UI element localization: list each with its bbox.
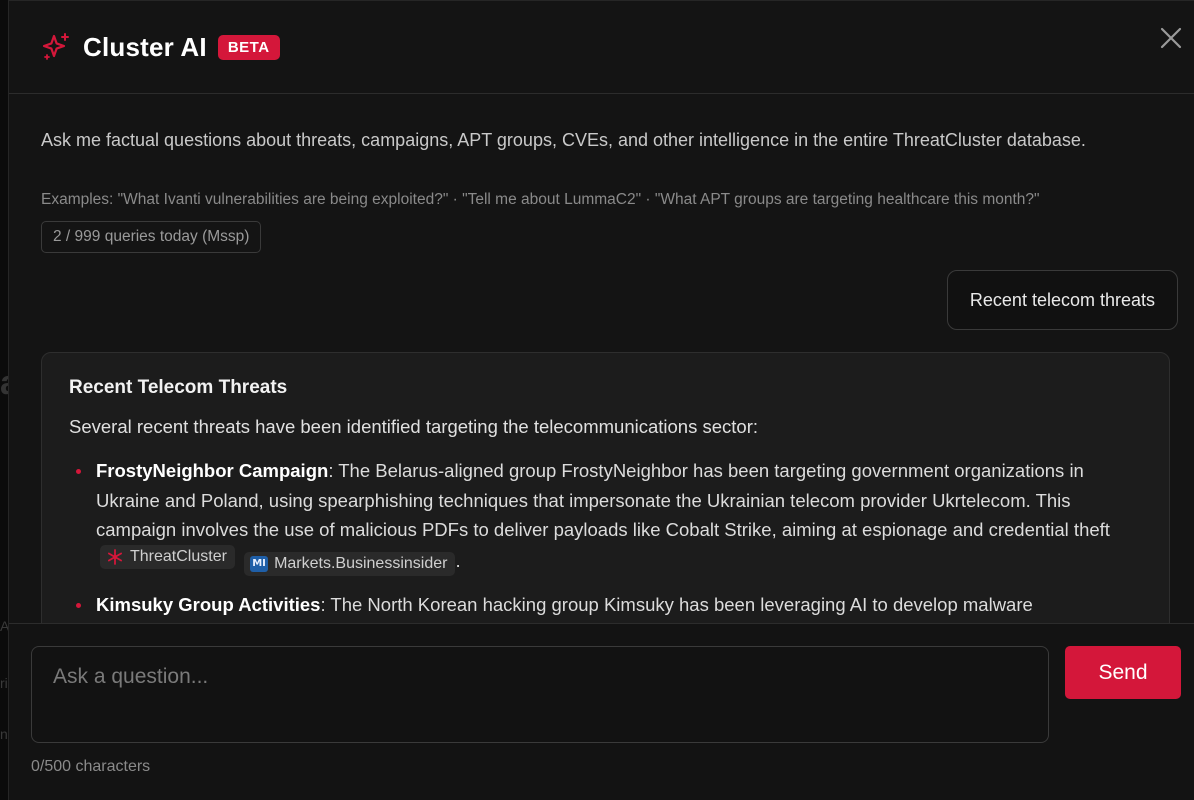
businessinsider-icon: MI <box>250 555 269 573</box>
answer-lead: Several recent threats have been identif… <box>69 416 759 437</box>
ai-answer-card: Recent Telecom Threats Several recent th… <box>41 352 1170 623</box>
example-questions: Examples: "What Ivanti vulnerabilities a… <box>41 191 1040 208</box>
item-heading: FrostyNeighbor Campaign <box>96 460 329 481</box>
send-button[interactable]: Send <box>1065 646 1181 699</box>
answer-title: Recent Telecom Threats <box>69 377 288 398</box>
list-item: Kimsuky Group Activities: The North Kore… <box>69 590 1142 620</box>
item-text: : The North Korean hacking group Kimsuky… <box>320 594 1033 616</box>
dialog-title: Cluster AI <box>83 31 207 62</box>
item-trail: . <box>455 550 461 572</box>
threatcluster-icon <box>106 548 124 566</box>
close-icon[interactable] <box>1156 23 1186 53</box>
source-label: ThreatCluster <box>130 548 227 566</box>
sparkles-icon <box>42 33 69 60</box>
user-message: Recent telecom threats <box>946 270 1178 330</box>
source-chip-threatcluster[interactable]: ThreatCluster <box>100 545 235 570</box>
character-counter: 0/500 characters <box>31 758 151 775</box>
list-item: FrostyNeighbor Campaign: The Belarus-ali… <box>69 456 1142 577</box>
background-fragment: n <box>0 726 8 742</box>
source-label: Markets.Businessinsider <box>274 555 448 573</box>
intro-description: Ask me factual questions about threats, … <box>41 130 1086 150</box>
background-fragment: ri <box>0 675 8 691</box>
cluster-ai-dialog: Cluster AI BETA Ask me factual questions… <box>8 0 1194 800</box>
composer-footer: Send 0/500 characters <box>9 623 1194 800</box>
question-input[interactable] <box>31 646 1049 743</box>
source-chip-businessinsider[interactable]: MI Markets.Businessinsider <box>244 552 456 577</box>
item-heading: Kimsuky Group Activities <box>96 594 321 616</box>
answer-list: FrostyNeighbor Campaign: The Belarus-ali… <box>69 456 1142 620</box>
beta-badge: BETA <box>217 34 280 60</box>
chat-scroll-area[interactable]: Ask me factual questions about threats, … <box>9 95 1194 623</box>
dialog-header: Cluster AI BETA <box>9 1 1194 94</box>
query-quota-badge: 2 / 999 queries today (Mssp) <box>41 221 262 253</box>
